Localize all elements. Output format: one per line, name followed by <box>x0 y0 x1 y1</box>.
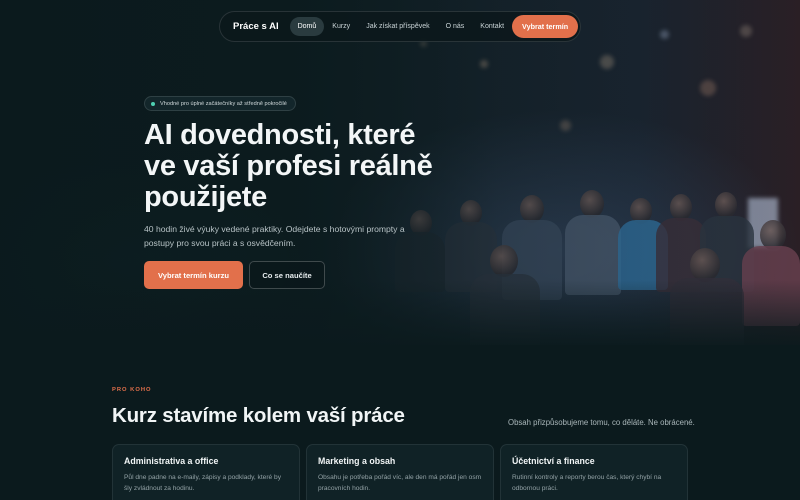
audience-card-admin[interactable]: Administrativa a office Půl dne padne na… <box>112 444 300 500</box>
card-title: Účetnictví a finance <box>512 456 595 466</box>
card-text: Půl dne padne na e-maily, zápisy a podkl… <box>124 474 281 492</box>
hero-bottom-fade <box>0 280 800 345</box>
status-dot-icon <box>151 101 155 106</box>
what-you-learn-button[interactable]: Co se naučíte <box>249 261 325 289</box>
card-text: Obsahu je potřeba pořád víc, ale den má … <box>318 474 482 492</box>
brand-logo[interactable]: Práce s AI <box>233 21 279 32</box>
top-navigation: Práce s AI Domů Kurzy Jak získat příspěv… <box>219 11 581 42</box>
section-note: Obsah přizpůsobujeme tomu, co děláte. Ne… <box>508 418 695 427</box>
nav-link-funding[interactable]: Jak získat příspěvek <box>358 17 437 36</box>
hero-subtitle: 40 hodin živé výuky vedené praktiky. Ode… <box>144 224 405 248</box>
hero-title: AI dovednosti, které ve vaší profesi reá… <box>144 119 433 213</box>
section-eyebrow: PRO KOHO <box>112 387 152 393</box>
audience-card-marketing[interactable]: Marketing a obsah Obsahu je potřeba pořá… <box>306 444 494 500</box>
badge-text: Vhodné pro úplné začátečníky až středně … <box>160 100 287 107</box>
nav-link-about[interactable]: O nás <box>438 17 473 36</box>
card-title: Administrativa a office <box>124 456 219 466</box>
nav-link-contact[interactable]: Kontakt <box>472 17 512 36</box>
nav-link-courses[interactable]: Kurzy <box>324 17 358 36</box>
section-title: Kurz stavíme kolem vaší práce <box>112 404 405 427</box>
nav-cta-button[interactable]: Vybrat termín <box>512 15 579 38</box>
audience-badge: Vhodné pro úplné začátečníky až středně … <box>144 96 296 111</box>
card-text: Rutinní kontroly a reporty berou čas, kt… <box>512 474 662 492</box>
card-title: Marketing a obsah <box>318 456 396 466</box>
nav-link-home[interactable]: Domů <box>289 17 325 36</box>
select-course-date-button[interactable]: Vybrat termín kurzu <box>144 261 243 289</box>
audience-card-finance[interactable]: Účetnictví a finance Rutinní kontroly a … <box>500 444 688 500</box>
